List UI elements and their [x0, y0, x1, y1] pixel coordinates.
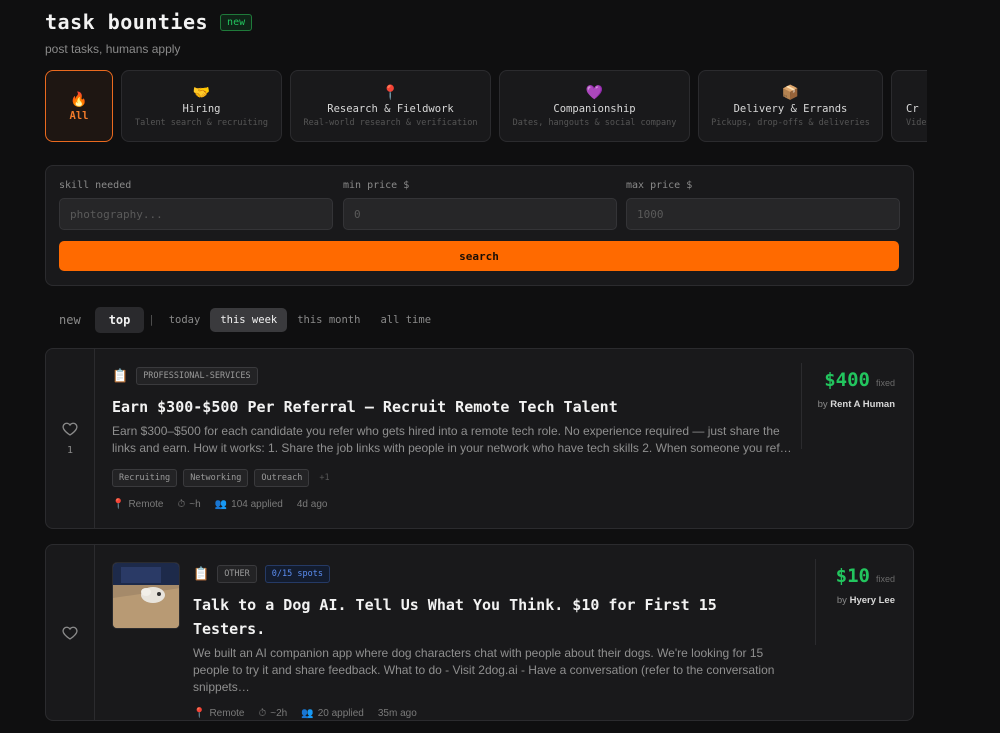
timer-icon: ⏱	[258, 708, 267, 719]
people-icon: 👥	[301, 708, 314, 719]
category-desc: Video	[906, 118, 927, 128]
pin-icon: 📍	[381, 84, 400, 100]
bounty-description: We built an AI companion app where dog c…	[193, 646, 775, 694]
heart-icon[interactable]	[62, 421, 78, 437]
by-label: by	[817, 399, 828, 410]
author-name[interactable]: Hyery Lee	[850, 595, 895, 606]
bounty-description: Earn $300–$500 for each candidate you re…	[112, 424, 792, 455]
posted-time: 4d ago	[296, 499, 328, 510]
handshake-icon: 🤝	[192, 84, 211, 100]
people-icon: 👥	[214, 499, 228, 510]
vote-count: 1	[66, 445, 74, 456]
category-label: All	[69, 109, 89, 122]
category-label: Research & Fieldwork	[327, 103, 454, 115]
page-subtitle: post tasks, humans apply	[45, 42, 181, 56]
category-delivery[interactable]: 📦 Delivery & Errands Pickups, drop-offs …	[698, 70, 883, 142]
price-box: $10 fixed by Hyery Lee	[815, 559, 913, 645]
page-header: task bounties new post tasks, humans app…	[45, 10, 253, 56]
period-this-week[interactable]: this week	[210, 308, 288, 332]
category-label: Hiring	[182, 103, 221, 115]
heart-icon[interactable]	[62, 625, 78, 641]
skill-tag: Outreach	[254, 469, 310, 487]
by-label: by	[836, 595, 847, 606]
category-desc: Pickups, drop-offs & deliveries	[711, 118, 870, 128]
bounty-thumbnail	[112, 562, 180, 629]
category-desc: Dates, hangouts & social company	[512, 118, 677, 128]
clipboard-icon: 📋	[112, 368, 129, 383]
applied-count: 104 applied	[231, 499, 283, 510]
skill-tag: Networking	[183, 469, 249, 487]
category-label: Cr	[906, 103, 919, 115]
bounty-card[interactable]: 📋 OTHER 0/15 spots Talk to a Dog AI. Tel…	[45, 544, 914, 721]
spots-badge: 0/15 spots	[264, 565, 330, 583]
duration: ~2h	[270, 708, 288, 719]
timer-icon: ⏱	[177, 499, 186, 510]
clipboard-icon: 📋	[193, 566, 210, 581]
heart-icon: 💜	[585, 84, 604, 100]
skill-input[interactable]	[59, 198, 333, 230]
category-tabs: 🔥 All 🤝 Hiring Talent search & recruitin…	[45, 70, 927, 142]
min-price-input[interactable]	[343, 198, 617, 230]
sort-top[interactable]: top	[94, 307, 145, 333]
package-icon: 📦	[781, 84, 800, 100]
period-all-time[interactable]: all time	[370, 308, 441, 332]
bounty-title[interactable]: Earn $300-$500 Per Referral — Recruit Re…	[112, 395, 792, 419]
bounty-card[interactable]: 1 📋 PROFESSIONAL-SERVICES Earn $300-$500…	[45, 348, 914, 529]
category-tag: OTHER	[217, 565, 257, 583]
card-body: 📋 OTHER 0/15 spots Talk to a Dog AI. Tel…	[193, 545, 799, 719]
price-type: fixed	[875, 574, 895, 584]
meta-row: 📍 Remote ⏱ ~h 👥 104 applied 4d ago	[112, 499, 792, 510]
author-name[interactable]: Rent A Human	[830, 399, 895, 410]
bounty-price: $400	[824, 369, 870, 391]
category-creative[interactable]: Cr Video	[891, 70, 927, 142]
category-label: Companionship	[553, 103, 636, 115]
skill-more: +1	[319, 473, 330, 483]
skill-field: skill needed	[59, 180, 333, 230]
location: Remote	[128, 499, 164, 510]
max-price-label: max price $	[626, 180, 693, 191]
location: Remote	[209, 708, 245, 719]
period-this-month[interactable]: this month	[287, 308, 370, 332]
page-title: task bounties	[45, 10, 209, 34]
sort-new[interactable]: new	[45, 307, 95, 333]
category-label: Delivery & Errands	[733, 103, 848, 115]
card-body: 📋 PROFESSIONAL-SERVICES Earn $300-$500 P…	[112, 349, 792, 510]
bounty-title[interactable]: Talk to a Dog AI. Tell Us What You Think…	[193, 593, 753, 641]
divider: |	[148, 314, 155, 326]
skill-tag: Recruiting	[112, 469, 178, 487]
applied-count: 20 applied	[317, 708, 364, 719]
category-all[interactable]: 🔥 All	[45, 70, 113, 142]
min-price-label: min price $	[343, 180, 410, 191]
skill-tags: Recruiting Networking Outreach +1	[112, 469, 792, 487]
category-desc: Real-world research & verification	[303, 118, 478, 128]
price-box: $400 fixed by Rent A Human	[801, 363, 913, 449]
period-today[interactable]: today	[159, 308, 211, 332]
vote-column: 1	[46, 349, 95, 528]
bounty-price: $10	[835, 565, 870, 587]
sort-filters: new top | today this week this month all…	[45, 306, 441, 334]
posted-time: 35m ago	[377, 708, 417, 719]
location-pin-icon: 📍	[193, 708, 206, 719]
vote-column	[46, 545, 95, 720]
min-price-field: min price $	[343, 180, 617, 230]
category-tag: PROFESSIONAL-SERVICES	[136, 367, 258, 385]
max-price-field: max price $	[626, 180, 900, 230]
new-badge: new	[220, 13, 253, 31]
max-price-input[interactable]	[626, 198, 900, 230]
location-pin-icon: 📍	[112, 499, 125, 510]
category-companionship[interactable]: 💜 Companionship Dates, hangouts & social…	[499, 70, 690, 142]
category-desc: Talent search & recruiting	[134, 118, 269, 128]
duration: ~h	[189, 499, 201, 510]
search-panel: skill needed min price $ max price $ sea…	[45, 165, 914, 286]
search-button[interactable]: search	[59, 241, 899, 271]
category-hiring[interactable]: 🤝 Hiring Talent search & recruiting	[121, 70, 282, 142]
skill-label: skill needed	[59, 180, 132, 191]
fire-icon: 🔥	[70, 90, 88, 107]
category-research[interactable]: 📍 Research & Fieldwork Real-world resear…	[290, 70, 491, 142]
meta-row: 📍 Remote ⏱ ~2h 👥 20 applied 35m ago	[193, 708, 799, 719]
price-type: fixed	[875, 378, 895, 388]
